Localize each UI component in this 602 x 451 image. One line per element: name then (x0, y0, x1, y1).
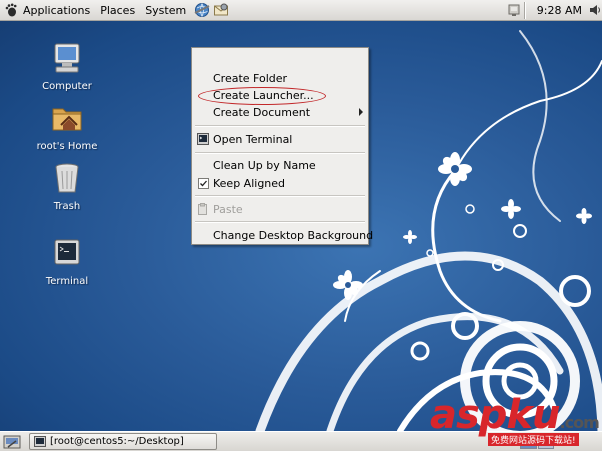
clock[interactable]: 9:28 AM (529, 4, 588, 17)
home-folder-icon (52, 108, 82, 131)
desktop-icon-label: Terminal (45, 276, 89, 287)
menu-item-change-desktop-background[interactable]: Change Desktop Background (192, 227, 373, 244)
terminal-icon (34, 436, 46, 447)
terminal-icon (197, 133, 209, 145)
taskbar-window-label: [root@centos5:~/Desktop] (50, 436, 184, 447)
menu-item-label: Paste (213, 203, 243, 216)
desktop-icon-computer[interactable]: Computer (27, 41, 107, 92)
desktop-icon-trash[interactable]: Trash (27, 161, 107, 212)
menu-item-keep-aligned[interactable]: Keep Aligned (192, 175, 368, 192)
menu-item-create-document[interactable]: Create Document (192, 104, 368, 121)
taskbar-window-button[interactable]: [root@centos5:~/Desktop] (29, 433, 217, 450)
menu-separator (195, 152, 365, 153)
system-menu[interactable]: System (140, 0, 191, 21)
trash-icon (55, 163, 79, 193)
desktop-icon-terminal[interactable]: Terminal (27, 236, 107, 287)
menu-separator (195, 125, 365, 126)
watermark-brand-text: aspku (430, 392, 561, 438)
panel-separator (523, 1, 525, 19)
menu-item-label: Clean Up by Name (213, 159, 316, 172)
watermark-tagline: 免费网站源码下载站! (488, 433, 579, 446)
computer-icon (54, 43, 80, 73)
terminal-icon (54, 239, 80, 265)
desktop-icon-home[interactable]: root's Home (27, 101, 107, 152)
menu-separator (195, 221, 365, 222)
menu-item-open-terminal[interactable]: Open Terminal (192, 131, 368, 148)
watermark-logo: aspku.com 免费网站源码下载站! (430, 393, 600, 449)
volume-icon[interactable] (588, 3, 602, 17)
menu-item-label: Change Desktop Background (213, 229, 374, 242)
desktop-context-menu: Create Folder Create Launcher... Create … (191, 47, 373, 245)
menu-item-clean-up-by-name[interactable]: Clean Up by Name (192, 157, 368, 174)
gnome-foot-icon (5, 3, 17, 17)
menu-item-paste: Paste (192, 201, 368, 218)
menu-item-label: Keep Aligned (213, 177, 286, 190)
annotation-highlight-ellipse (198, 87, 326, 105)
panel-menus: Applications Places System (0, 0, 229, 21)
menu-item-label: Create Document (213, 106, 311, 119)
places-menu[interactable]: Places (95, 0, 140, 21)
paste-icon (198, 203, 207, 215)
applications-menu[interactable]: Applications (18, 0, 95, 21)
watermark-tld: .com (559, 413, 600, 432)
network-status-icon[interactable] (508, 3, 520, 17)
checkmark-icon (200, 180, 207, 187)
menu-item-label: Create Folder (213, 72, 288, 85)
menu-item-label: Open Terminal (213, 133, 293, 146)
top-panel: Applications Places System 9:28 AM (0, 0, 602, 21)
desktop-icon-label: Trash (53, 201, 81, 212)
submenu-arrow-icon (359, 108, 363, 116)
menu-item-create-folder[interactable]: Create Folder (192, 70, 368, 87)
web-browser-launcher-icon[interactable] (194, 2, 210, 18)
show-desktop-icon[interactable] (3, 434, 21, 450)
menu-separator (195, 195, 365, 196)
keep-aligned-checkbox[interactable] (198, 178, 209, 189)
panel-status-area: 9:28 AM (508, 0, 602, 21)
desktop-icon-label: root's Home (36, 141, 98, 152)
desktop-icon-label: Computer (42, 81, 92, 92)
email-launcher-icon[interactable] (213, 2, 229, 18)
